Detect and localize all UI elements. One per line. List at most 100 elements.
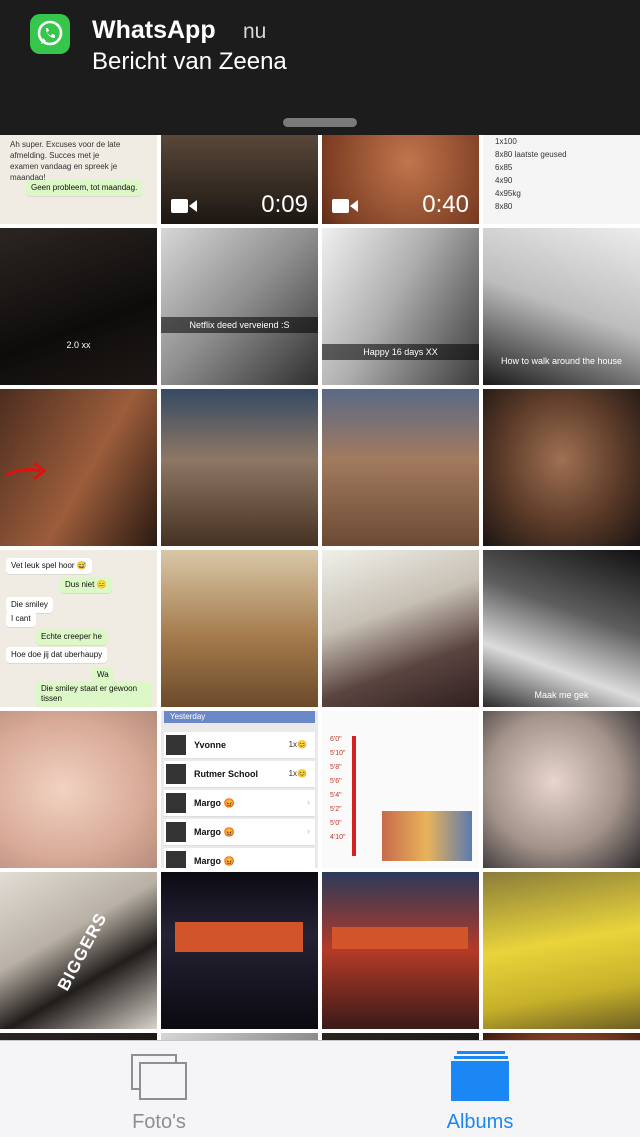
photo-caption: Maak me gek (534, 690, 589, 700)
chat-bubble: I cant (6, 611, 36, 627)
photo-thumbnail[interactable]: How to walk around the house (483, 228, 640, 385)
chevron-right-icon: › (307, 826, 310, 836)
height-label: 5'6" (330, 778, 342, 785)
photo-thumbnail[interactable]: Happy 16 days XX (322, 228, 479, 385)
notification-app-name: WhatsApp (92, 16, 216, 44)
height-label: 5'2" (330, 806, 342, 813)
chat-bubble: Hoe doe jij dat uberhaupy (6, 647, 108, 663)
contact-name: Margo 😡 (194, 827, 235, 837)
photo-thumbnail[interactable] (161, 1033, 318, 1040)
grid-row: 2.0 xx Netflix deed verveiend :S Happy 1… (0, 228, 640, 385)
note-line: 8x80 (495, 202, 513, 211)
contact-avatar (166, 822, 186, 842)
height-label: 5'0" (330, 820, 342, 827)
photo-thumbnail[interactable] (483, 711, 640, 868)
tab-bar: Foto's Albums (0, 1040, 640, 1137)
grid-row (0, 389, 640, 546)
chat-line: examen vandaag en spreek je (10, 162, 118, 171)
contact-row: Margo 😡 › (164, 790, 315, 817)
photo-thumbnail[interactable] (483, 872, 640, 1029)
photo-thumbnail[interactable] (0, 389, 157, 546)
photo-thumbnail[interactable]: Netflix deed verveiend :S (161, 228, 318, 385)
photo-thumbnail[interactable] (0, 1033, 157, 1040)
chevron-right-icon: › (307, 797, 310, 807)
grid-row: Ah super. Excuses voor de late afmelding… (0, 135, 640, 224)
note-line: 6x85 (495, 163, 513, 172)
video-camera-icon (171, 199, 197, 213)
contact-badge: 1x😊 (288, 769, 307, 778)
photo-thumbnail[interactable]: Yesterday Yvonne 1x😊 Rutmer School 1x😊 M… (161, 711, 318, 868)
video-thumbnail[interactable]: 0:09 (161, 135, 318, 224)
arrow-icon (5, 461, 47, 481)
chat-bubble: Dus niet 😑 (60, 577, 112, 593)
notification-time: nu (243, 20, 267, 43)
notification-banner[interactable]: WhatsApp nu Bericht van Zeena (0, 0, 640, 135)
photo-thumbnail[interactable]: 6'0" 5'10" 5'8" 5'6" 5'4" 5'2" 5'0" 4'10… (322, 711, 479, 868)
contact-row: Margo 😡 › (164, 819, 315, 846)
photo-collage (382, 811, 472, 861)
photo-thumbnail[interactable]: BIGGERS (0, 872, 157, 1029)
grid-row: Yesterday Yvonne 1x😊 Rutmer School 1x😊 M… (0, 711, 640, 868)
contact-name: Margo 😡 (194, 856, 235, 866)
notification-message: Bericht van Zeena (92, 48, 287, 75)
shirt-text: BIGGERS (53, 909, 111, 994)
tab-albums[interactable]: Albums (400, 1041, 560, 1137)
photo-grid: Ah super. Excuses voor de late afmelding… (0, 135, 640, 1040)
chat-bubble: Die smiley staat er gewoon tissen (36, 681, 152, 707)
screen-banner (175, 922, 303, 952)
list-header: Yesterday (164, 711, 315, 723)
photo-thumbnail[interactable] (483, 389, 640, 546)
height-label: 5'8" (330, 764, 342, 771)
photo-thumbnail[interactable] (322, 872, 479, 1029)
albums-icon (451, 1051, 509, 1101)
tab-photos[interactable]: Foto's (79, 1041, 239, 1137)
video-camera-icon (332, 199, 358, 213)
chat-line: afmelding. Succes met je (10, 151, 100, 160)
photo-thumbnail[interactable] (322, 389, 479, 546)
height-bar (352, 736, 356, 856)
contact-name: Margo 😡 (194, 798, 235, 808)
chat-bubble: Geen probleem, tot maandag. (26, 180, 143, 196)
height-label: 4'10" (330, 834, 346, 841)
photo-thumbnail[interactable] (322, 550, 479, 707)
chat-line: Ah super. Excuses voor de late (10, 140, 121, 149)
photo-thumbnail[interactable]: Vet leuk spel hoor 😅 Dus niet 😑 Die smil… (0, 550, 157, 707)
contact-row: Yvonne 1x😊 (164, 732, 315, 759)
photo-thumbnail[interactable] (161, 550, 318, 707)
chat-bubble: Echte creeper he (36, 629, 107, 645)
photo-thumbnail[interactable]: Ah super. Excuses voor de late afmelding… (0, 135, 157, 224)
height-label: 5'4" (330, 792, 342, 799)
photo-caption: 2.0 xx (66, 340, 91, 350)
screen-banner (332, 927, 468, 949)
height-label: 6'0" (330, 736, 342, 743)
photo-caption: How to walk around the house (500, 356, 623, 366)
photo-thumbnail[interactable] (483, 1033, 640, 1040)
photo-thumbnail[interactable]: 2.0 xx (0, 228, 157, 385)
whatsapp-icon (30, 14, 70, 54)
chat-bubble: Vet leuk spel hoor 😅 (6, 558, 92, 574)
photo-thumbnail[interactable] (161, 872, 318, 1029)
height-label: 5'10" (330, 750, 346, 757)
note-line: 4x90 (495, 176, 513, 185)
banner-drag-handle[interactable] (283, 118, 357, 127)
grid-row: BIGGERS (0, 872, 640, 1029)
contact-row: Rutmer School 1x😊 (164, 761, 315, 788)
photo-thumbnail[interactable]: Maak me gek (483, 550, 640, 707)
contact-badge: 1x😊 (288, 740, 307, 749)
photo-thumbnail[interactable]: 1x100 8x80 laatste geused 6x85 4x90 4x95… (483, 135, 640, 224)
note-line: 1x100 (495, 137, 517, 146)
contact-avatar (166, 851, 186, 868)
photo-thumbnail[interactable] (0, 711, 157, 868)
video-duration: 0:09 (261, 191, 308, 218)
video-thumbnail[interactable]: 0:40 (322, 135, 479, 224)
note-line: 4x95kg (495, 189, 521, 198)
contact-name: Yvonne (194, 740, 227, 750)
contact-avatar (166, 764, 186, 784)
contact-avatar (166, 793, 186, 813)
tab-photos-label: Foto's (132, 1111, 186, 1133)
grid-row (0, 1033, 640, 1040)
photo-thumbnail[interactable] (322, 1033, 479, 1040)
contact-avatar (166, 735, 186, 755)
photo-thumbnail[interactable] (161, 389, 318, 546)
note-line: 8x80 laatste geused (495, 150, 567, 159)
